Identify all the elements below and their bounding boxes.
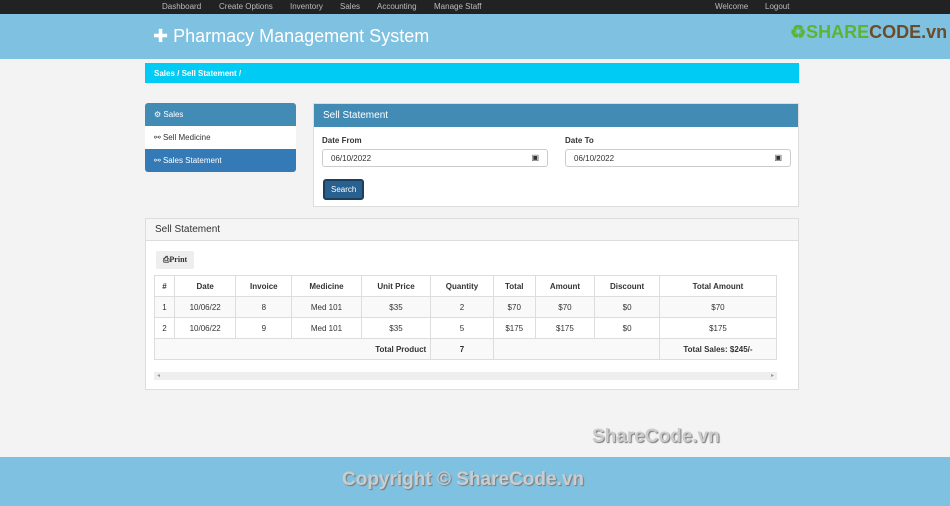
search-button[interactable]: Search <box>323 179 365 200</box>
table-cell: 8 <box>235 296 293 318</box>
table-cell: 10/06/22 <box>173 317 237 339</box>
date-to-label: Date To <box>565 136 594 145</box>
table-cell: 5 <box>430 317 494 339</box>
total-sales: Total Sales: $245/- <box>658 338 778 360</box>
table-row: 1 10/06/22 8 Med 101 $35 2 $70 $70 $0 $70 <box>154 296 778 318</box>
column-header: Unit Price <box>360 275 432 297</box>
column-header: Invoice <box>235 275 293 297</box>
sidebar-item-sell-medicine[interactable]: ⚯ Sell Medicine <box>145 126 296 149</box>
gear-icon: ⚙ <box>154 110 164 119</box>
table-cell: $35 <box>360 317 432 339</box>
scroll-left-icon[interactable]: ◂ <box>157 372 160 379</box>
statement-panel: Sell Statement ⎙Print # Date Invoice Medici… <box>145 218 799 390</box>
empty-cell <box>492 338 660 360</box>
print-button[interactable]: ⎙Print <box>156 251 195 269</box>
statement-title: Sell Statement <box>146 219 798 241</box>
nav-dashboard[interactable]: Dashboard <box>162 2 201 11</box>
scroll-right-icon[interactable]: ▸ <box>771 372 774 379</box>
statement-table: # Date Invoice Medicine Unit Price Quantity To… <box>153 275 778 360</box>
nav-accounting[interactable]: Accounting <box>377 2 417 11</box>
table-cell: Med 101 <box>291 296 362 318</box>
copyright: Copyright © ShareCode.vn <box>342 469 585 490</box>
table-row: 2 10/06/22 9 Med 101 $35 5 $175 $175 $0 $175 <box>154 317 778 339</box>
nav-welcome[interactable]: Welcome <box>715 2 748 11</box>
sidebar: ⚙ Sales ⚯ Sell Medicine ⚯ Sales Statemen… <box>145 103 296 172</box>
binoculars-icon: ⚯ <box>154 156 163 165</box>
horizontal-scrollbar[interactable]: ◂ ▸ <box>154 372 777 380</box>
column-header: # <box>154 275 175 297</box>
top-nav: Dashboard Create Options Inventory Sales… <box>0 0 950 14</box>
table-cell: Med 101 <box>291 317 362 339</box>
column-header: Quantity <box>430 275 494 297</box>
filter-title: Sell Statement <box>314 104 798 127</box>
nav-logout[interactable]: Logout <box>765 2 789 11</box>
table-cell: $175 <box>492 317 536 339</box>
date-from-input[interactable]: 06/10/2022 ▣ <box>322 149 548 167</box>
table-cell: $175 <box>658 317 778 339</box>
nav-manage-staff[interactable]: Manage Staff <box>434 2 481 11</box>
nav-sales[interactable]: Sales <box>340 2 360 11</box>
column-header: Total <box>492 275 536 297</box>
footer: Copyright © ShareCode.vn <box>0 457 950 506</box>
totals-row: Total Product 7 Total Sales: $245/- <box>153 338 778 360</box>
nav-inventory[interactable]: Inventory <box>290 2 323 11</box>
table-cell: $35 <box>360 296 432 318</box>
sharecode-logo: ♻SHARECODE.vn <box>790 22 948 42</box>
table-cell: 9 <box>235 317 293 339</box>
table-cell: $70 <box>534 296 596 318</box>
column-header: Total Amount <box>658 275 778 297</box>
table-cell: 1 <box>154 296 175 318</box>
table-cell: 10/06/22 <box>173 296 237 318</box>
total-product-label: Total Product <box>153 338 432 360</box>
column-header: Amount <box>534 275 596 297</box>
date-to-input[interactable]: 06/10/2022 ▣ <box>565 149 791 167</box>
table-cell: $70 <box>658 296 778 318</box>
table-cell: $175 <box>534 317 596 339</box>
column-header: Date <box>173 275 237 297</box>
table-cell: 2 <box>154 317 175 339</box>
total-product-value: 7 <box>430 338 494 360</box>
table-cell: $0 <box>594 317 660 339</box>
breadcrumb: Sales / Sell Statement / <box>145 63 799 83</box>
calendar-icon[interactable]: ▣ <box>531 153 539 162</box>
app-title: ✚ Pharmacy Management System <box>153 26 430 46</box>
header: ✚ Pharmacy Management System ♻SHARECODE.… <box>0 14 950 59</box>
column-header: Medicine <box>291 275 362 297</box>
column-header: Discount <box>594 275 660 297</box>
filter-panel: Sell Statement Date From 06/10/2022 ▣ Dat… <box>313 103 799 207</box>
sidebar-heading: ⚙ Sales <box>145 103 296 126</box>
table-cell: $70 <box>492 296 536 318</box>
table-cell: $0 <box>594 296 660 318</box>
watermark: ShareCode.vn <box>592 426 720 447</box>
binoculars-icon: ⚯ <box>154 133 163 142</box>
medkit-icon: ✚ <box>153 26 174 46</box>
table-cell: 2 <box>430 296 494 318</box>
calendar-icon[interactable]: ▣ <box>774 153 782 162</box>
recycle-icon: ♻ <box>790 22 807 42</box>
sidebar-item-sales-statement[interactable]: ⚯ Sales Statement <box>145 149 296 172</box>
date-from-label: Date From <box>322 136 362 145</box>
nav-create-options[interactable]: Create Options <box>219 2 273 11</box>
